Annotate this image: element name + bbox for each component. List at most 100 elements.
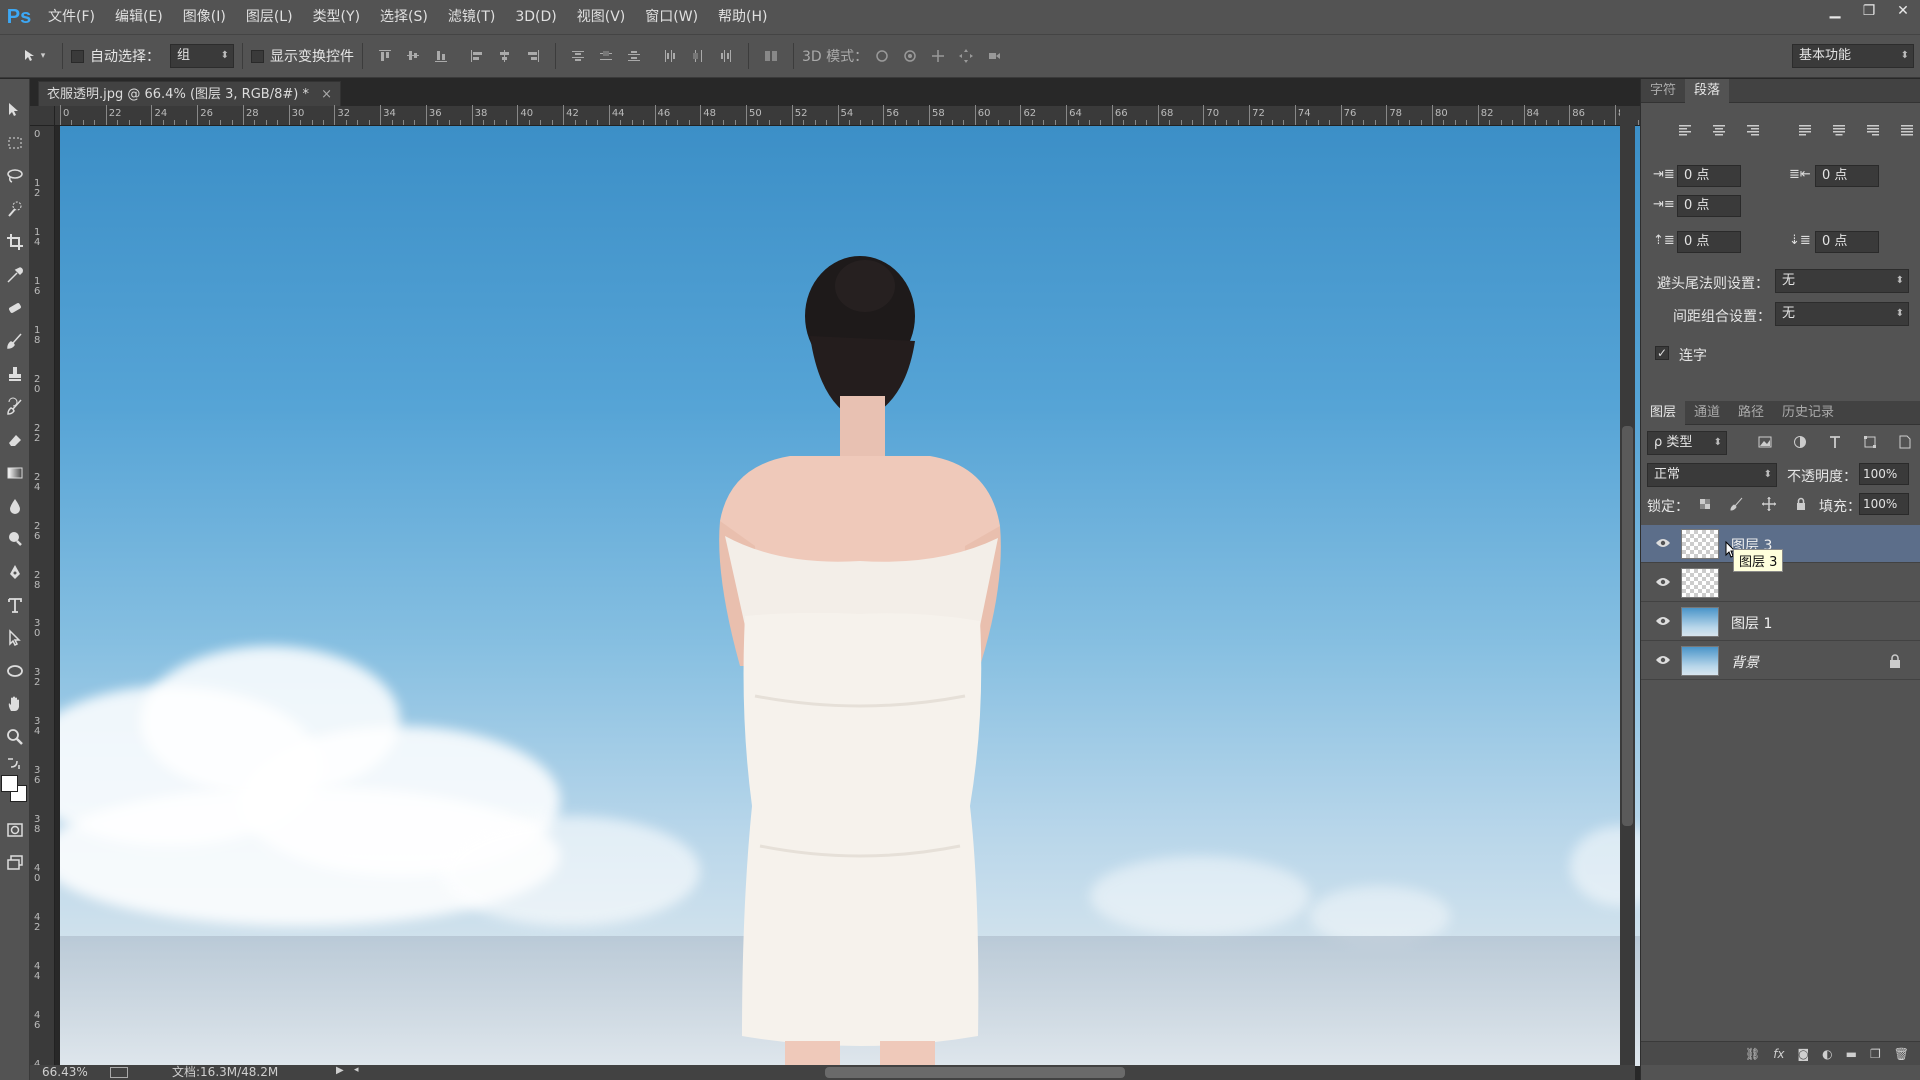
para-justify-all-icon[interactable]	[1896, 119, 1918, 141]
horizontal-scroll-thumb[interactable]	[825, 1067, 1125, 1078]
filter-smart-object-icon[interactable]	[1894, 431, 1916, 453]
align-vcenter-icon[interactable]	[402, 45, 424, 67]
fx-icon[interactable]: fx	[1773, 1047, 1784, 1061]
visibility-eye-icon[interactable]	[1655, 537, 1671, 549]
lock-pixels-icon[interactable]	[1726, 493, 1748, 515]
eyedropper-tool-icon[interactable]	[0, 258, 30, 291]
minimize-button[interactable]: ▁	[1818, 0, 1852, 24]
para-align-left-icon[interactable]	[1674, 119, 1696, 141]
space-before-field[interactable]: 0 点	[1677, 231, 1741, 253]
layer-filter-dropdown[interactable]: ρ 类型	[1647, 431, 1727, 455]
vertical-scrollbar[interactable]	[1620, 106, 1635, 1066]
lock-transparent-icon[interactable]	[1694, 493, 1716, 515]
para-align-right-icon[interactable]	[1742, 119, 1764, 141]
close-button[interactable]: ✕	[1886, 0, 1920, 24]
mojikumi-dropdown[interactable]: 无	[1775, 302, 1909, 326]
status-menu-arrow-icon[interactable]: ▶	[336, 1065, 344, 1076]
new-layer-icon[interactable]: ❐	[1870, 1047, 1881, 1061]
status-preview-icon[interactable]	[110, 1067, 128, 1078]
tab-layers[interactable]: 图层	[1641, 400, 1686, 425]
para-align-center-icon[interactable]	[1708, 119, 1730, 141]
filter-type-icon[interactable]	[1824, 431, 1846, 453]
restore-button[interactable]: ❐	[1852, 0, 1886, 24]
menu-image[interactable]: 图像(I)	[173, 0, 236, 34]
menu-filter[interactable]: 滤镜(T)	[438, 0, 505, 34]
mask-icon[interactable]: ◙	[1798, 1047, 1810, 1061]
quick-select-tool-icon[interactable]	[0, 192, 30, 225]
scale-3d-icon[interactable]	[983, 45, 1005, 67]
menu-file[interactable]: 文件(F)	[38, 0, 105, 34]
history-brush-tool-icon[interactable]	[0, 390, 30, 423]
visibility-eye-icon[interactable]	[1655, 576, 1671, 588]
rotate-3d-icon[interactable]	[871, 45, 893, 67]
hand-tool-icon[interactable]	[0, 687, 30, 720]
horizontal-ruler[interactable]: 0 22 24 26 28 30 32 34 36 38 40 42 44 46 48 50 52 54 56 58 6…	[55, 105, 1651, 126]
blur-tool-icon[interactable]	[0, 489, 30, 522]
auto-select-checkbox[interactable]	[71, 49, 84, 63]
adjustment-icon[interactable]: ◐	[1822, 1047, 1832, 1061]
space-after-field[interactable]: 0 点	[1815, 231, 1879, 253]
ellipse-tool-icon[interactable]	[0, 654, 30, 687]
tab-channels[interactable]: 通道	[1685, 401, 1729, 425]
kinsoku-dropdown[interactable]: 无	[1775, 269, 1909, 293]
visibility-eye-icon[interactable]	[1655, 615, 1671, 627]
workspace-dropdown[interactable]: 基本功能	[1792, 44, 1914, 68]
indent-right-field[interactable]: 0 点	[1815, 165, 1879, 187]
foreground-color-swatch[interactable]	[1, 775, 18, 792]
distribute-top-icon[interactable]	[567, 45, 589, 67]
indent-left-field[interactable]: 0 点	[1677, 165, 1741, 187]
filter-pixel-icon[interactable]	[1754, 431, 1776, 453]
folder-icon[interactable]: ▬	[1846, 1047, 1857, 1061]
trash-icon[interactable]: 🗑	[1894, 1047, 1909, 1061]
layer-name[interactable]: 背景	[1731, 652, 1759, 672]
opacity-field[interactable]: 100%	[1859, 463, 1909, 485]
quick-mask-icon[interactable]	[0, 813, 30, 846]
filter-adjustment-icon[interactable]	[1789, 431, 1811, 453]
filter-shape-icon[interactable]	[1859, 431, 1881, 453]
lock-all-icon[interactable]	[1790, 493, 1812, 515]
para-justify-right-icon[interactable]	[1862, 119, 1884, 141]
distribute-left-icon[interactable]	[659, 45, 681, 67]
layer-row[interactable]: 图层 1	[1641, 603, 1920, 641]
menu-type[interactable]: 类型(Y)	[303, 0, 370, 34]
vertical-scroll-thumb[interactable]	[1622, 426, 1633, 826]
swap-colors-icon[interactable]	[0, 753, 30, 773]
tab-paths[interactable]: 路径	[1729, 401, 1773, 425]
para-justify-left-icon[interactable]	[1794, 119, 1816, 141]
vertical-ruler[interactable]: 0 1 2 1 4 1 6 1 8 2 0 2 2 2 4 2 6 2 8 3 0 3 2 3 4 3 6…	[30, 126, 55, 1080]
fill-field[interactable]: 100%	[1859, 493, 1909, 515]
align-bottom-icon[interactable]	[430, 45, 452, 67]
move-tool-preset-icon[interactable]: ▾	[17, 45, 51, 67]
eraser-tool-icon[interactable]	[0, 423, 30, 456]
distribute-vcenter-icon[interactable]	[595, 45, 617, 67]
menu-select[interactable]: 选择(S)	[370, 0, 438, 34]
hyphenate-checkbox[interactable]: ✓	[1655, 346, 1669, 360]
tab-history[interactable]: 历史记录	[1773, 401, 1843, 425]
layer-row[interactable]: 背景	[1641, 642, 1920, 680]
align-right-icon[interactable]	[522, 45, 544, 67]
dodge-tool-icon[interactable]	[0, 522, 30, 555]
zoom-readout[interactable]: 66.43%	[42, 1065, 88, 1080]
auto-select-dropdown[interactable]: 组	[170, 44, 234, 68]
blend-mode-dropdown[interactable]: 正常	[1647, 463, 1777, 487]
marquee-tool-icon[interactable]	[0, 126, 30, 159]
type-tool-icon[interactable]	[0, 588, 30, 621]
lock-position-icon[interactable]	[1758, 493, 1780, 515]
color-swatches[interactable]	[0, 773, 30, 813]
menu-window[interactable]: 窗口(W)	[635, 0, 708, 34]
align-top-icon[interactable]	[374, 45, 396, 67]
pan-3d-icon[interactable]	[927, 45, 949, 67]
zoom-tool-icon[interactable]	[0, 720, 30, 753]
auto-align-icon[interactable]	[760, 45, 782, 67]
lasso-tool-icon[interactable]	[0, 159, 30, 192]
screen-mode-icon[interactable]	[0, 846, 30, 879]
tab-character[interactable]: 字符	[1641, 79, 1685, 103]
menu-view[interactable]: 视图(V)	[567, 0, 636, 34]
distribute-hcenter-icon[interactable]	[687, 45, 709, 67]
align-hcenter-icon[interactable]	[494, 45, 516, 67]
menu-layer[interactable]: 图层(L)	[236, 0, 303, 34]
move-tool-icon[interactable]	[0, 93, 30, 126]
menu-help[interactable]: 帮助(H)	[708, 0, 777, 34]
brush-tool-icon[interactable]	[0, 324, 30, 357]
document-tab-close-icon[interactable]: ×	[321, 87, 332, 102]
